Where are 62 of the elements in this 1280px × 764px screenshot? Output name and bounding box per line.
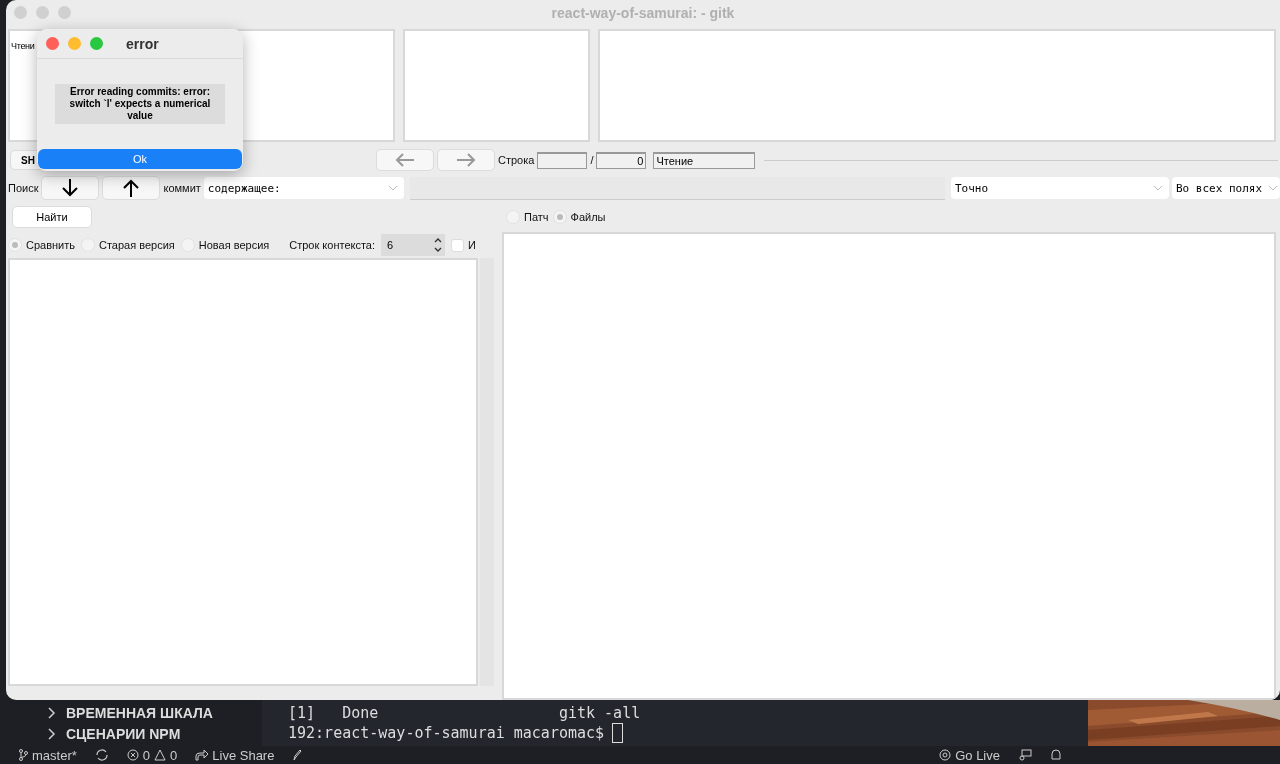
find-button[interactable]: Найти — [12, 206, 92, 228]
cursor — [612, 723, 624, 743]
feedback-icon[interactable] — [1018, 749, 1032, 761]
share-icon — [195, 749, 209, 761]
commit-label: коммит — [163, 182, 201, 194]
chevron-right-icon — [48, 727, 56, 740]
status-text: Чтени — [11, 41, 35, 51]
bell-icon[interactable] — [1050, 749, 1062, 761]
chevron-right-icon — [48, 706, 56, 719]
radio-option[interactable]: Новая версия — [180, 238, 270, 252]
sync-icon[interactable] — [94, 749, 109, 761]
minimize-button[interactable] — [68, 37, 81, 50]
branch-icon — [18, 749, 28, 761]
context-spinbox[interactable]: 6 — [381, 234, 446, 256]
chevron-down-icon — [1153, 185, 1163, 191]
close-button[interactable] — [46, 37, 59, 50]
mode-select[interactable]: содержащее: — [203, 177, 404, 199]
ok-button[interactable]: Ok — [38, 149, 242, 169]
minimize-button[interactable] — [36, 6, 49, 19]
dialog-title: error — [126, 35, 159, 52]
row-field[interactable] — [537, 151, 588, 169]
radio-option[interactable]: Файлы — [552, 210, 606, 224]
pen-icon[interactable] — [292, 749, 303, 761]
next-button[interactable] — [41, 176, 100, 200]
chevron-down-icon — [1268, 185, 1278, 191]
broadcast-icon — [939, 749, 952, 761]
radio-option[interactable]: Патч — [506, 210, 549, 224]
zoom-button[interactable] — [58, 6, 71, 19]
separator-text: / — [590, 154, 594, 166]
zoom-button[interactable] — [90, 37, 103, 50]
back-button[interactable] — [376, 149, 434, 171]
stepper-icon — [433, 236, 444, 254]
error-icon — [126, 749, 139, 761]
radio-option[interactable]: Старая версия — [81, 238, 175, 252]
right-arrow-icon — [456, 153, 476, 167]
branch-item[interactable]: master* — [18, 747, 77, 763]
status-field: Чтение — [653, 151, 756, 169]
chevron-down-icon — [387, 185, 398, 191]
search-field[interactable] — [409, 176, 945, 200]
fields-select[interactable]: Во всех полях — [1172, 177, 1280, 199]
close-button[interactable] — [14, 6, 27, 19]
sidebar-item[interactable]: СЦЕНАРИИ NPM — [48, 723, 262, 744]
live-share-item[interactable]: Live Share — [195, 747, 275, 763]
left-arrow-icon — [395, 153, 415, 167]
go-live-item[interactable]: Go Live — [939, 747, 1000, 763]
sidebar-item[interactable]: ВРЕМЕННАЯ ШКАЛА — [48, 702, 262, 723]
radio-option[interactable]: Сравнить — [8, 238, 75, 252]
error-message: Error reading commits: error: switch `l' expects a numerical value — [55, 84, 225, 124]
match-select[interactable]: Точно — [951, 177, 1169, 199]
down-arrow-icon — [62, 179, 79, 197]
problems-item[interactable]: 0 0 — [126, 747, 178, 763]
row-label: Строка — [498, 154, 535, 166]
warning-icon — [154, 749, 167, 761]
context-label: Строк контекста: — [289, 239, 376, 251]
row-total-field: 0 — [596, 151, 647, 169]
window-title: react-way-of-samurai: - gitk — [551, 5, 735, 21]
terminal-line: [1] Done gitk -all — [288, 704, 641, 722]
up-arrow-icon — [123, 179, 140, 197]
forward-button[interactable] — [437, 149, 495, 171]
previous-button[interactable] — [102, 176, 161, 200]
search-label: Поиск — [8, 182, 39, 194]
terminal-line: 192:react-way-of-samurai macaromac$ — [288, 724, 605, 742]
